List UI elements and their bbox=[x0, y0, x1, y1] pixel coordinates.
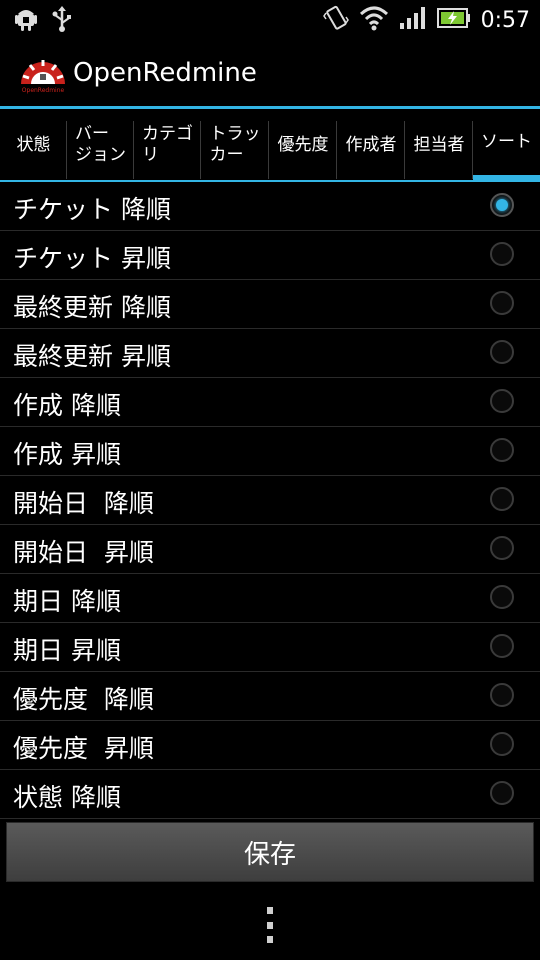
radio-button[interactable] bbox=[490, 487, 514, 511]
sort-option-label: 開始日 昇順 bbox=[13, 538, 154, 567]
usb-icon bbox=[52, 6, 72, 36]
sort-options-list: チケット 降順 チケット 昇順 最終更新 降順 最終更新 昇順 作成 降順 作成… bbox=[0, 182, 540, 819]
sort-option-label: チケット 昇順 bbox=[13, 244, 171, 273]
tab-priority[interactable]: 優先度 bbox=[269, 109, 337, 181]
radio-button[interactable] bbox=[490, 389, 514, 413]
sort-option[interactable]: 開始日 降順 bbox=[0, 476, 540, 525]
sort-option[interactable]: 最終更新 昇順 bbox=[0, 329, 540, 378]
tab-author[interactable]: 作成者 bbox=[337, 109, 405, 181]
radio-button[interactable] bbox=[490, 242, 514, 266]
tab-tracker[interactable]: トラッ カー bbox=[201, 109, 269, 181]
sort-option-label: 期日 降順 bbox=[13, 587, 121, 616]
save-button[interactable]: 保存 bbox=[6, 822, 534, 882]
vibrate-icon bbox=[322, 4, 349, 36]
sort-option-label: 優先度 降順 bbox=[13, 685, 154, 714]
tab-label: バー ジョン bbox=[75, 124, 126, 165]
tab-assignee[interactable]: 担当者 bbox=[405, 109, 473, 181]
sort-option[interactable]: 作成 昇順 bbox=[0, 427, 540, 476]
tab-label: トラッ カー bbox=[209, 124, 261, 165]
sort-option[interactable]: 開始日 昇順 bbox=[0, 525, 540, 574]
radio-button[interactable] bbox=[490, 340, 514, 364]
sort-option-label: 期日 昇順 bbox=[13, 636, 121, 665]
clock: 0:57 bbox=[480, 7, 530, 33]
sort-option[interactable]: 状態 降順 bbox=[0, 770, 540, 819]
sort-option-label: 優先度 昇順 bbox=[13, 734, 154, 763]
sort-option-label: 開始日 降順 bbox=[13, 489, 154, 518]
radio-button[interactable] bbox=[490, 732, 514, 756]
logo-text: OpenRedmine bbox=[22, 87, 65, 94]
tab-label: 担当者 bbox=[413, 134, 465, 155]
radio-button[interactable] bbox=[490, 781, 514, 805]
radio-button[interactable] bbox=[490, 438, 514, 462]
status-bar: 0:57 bbox=[0, 0, 540, 38]
sort-option-label: チケット 降順 bbox=[13, 195, 171, 224]
tab-label: 優先度 bbox=[277, 134, 329, 155]
tab-strip: 状態 バー ジョン カテゴ リ トラッ カー 優先度 作成者 担当者 ソート bbox=[0, 109, 540, 181]
sort-option[interactable]: 優先度 降順 bbox=[0, 672, 540, 721]
tab-category[interactable]: カテゴ リ bbox=[134, 109, 201, 181]
sort-option[interactable]: 最終更新 降順 bbox=[0, 280, 540, 329]
overflow-menu-icon[interactable] bbox=[265, 907, 275, 943]
radio-button-selected[interactable] bbox=[490, 193, 514, 217]
action-bar: OpenRedmine OpenRedmine bbox=[0, 38, 540, 106]
sort-option[interactable]: 期日 降順 bbox=[0, 574, 540, 623]
radio-button[interactable] bbox=[490, 291, 514, 315]
app-logo: OpenRedmine bbox=[18, 52, 68, 94]
sort-option[interactable]: 優先度 昇順 bbox=[0, 721, 540, 770]
tab-label: カテゴ リ bbox=[142, 124, 193, 165]
sort-option-label: 状態 降順 bbox=[13, 783, 121, 812]
tab-version[interactable]: バー ジョン bbox=[67, 109, 134, 181]
sort-option-label: 作成 降順 bbox=[13, 391, 121, 420]
sort-option-label: 作成 昇順 bbox=[13, 440, 121, 469]
tab-sort[interactable]: ソート bbox=[473, 109, 540, 181]
signal-icon bbox=[399, 6, 427, 34]
tab-label: ソート bbox=[481, 131, 532, 152]
battery-charging-icon bbox=[436, 7, 471, 33]
sort-option[interactable]: チケット 昇順 bbox=[0, 231, 540, 280]
radio-button[interactable] bbox=[490, 536, 514, 560]
radio-button[interactable] bbox=[490, 634, 514, 658]
app-title: OpenRedmine bbox=[73, 58, 257, 88]
sort-option[interactable]: 期日 昇順 bbox=[0, 623, 540, 672]
sort-option-label: 最終更新 降順 bbox=[13, 293, 171, 322]
sort-option[interactable]: チケット 降順 bbox=[0, 182, 540, 231]
tab-label: 状態 bbox=[16, 134, 51, 155]
android-debug-icon bbox=[14, 6, 38, 36]
tab-status[interactable]: 状態 bbox=[0, 109, 67, 181]
radio-button[interactable] bbox=[490, 683, 514, 707]
tab-label: 作成者 bbox=[345, 134, 397, 155]
radio-button[interactable] bbox=[490, 585, 514, 609]
sort-option-label: 最終更新 昇順 bbox=[13, 342, 171, 371]
wifi-icon bbox=[359, 5, 389, 35]
sort-option[interactable]: 作成 降順 bbox=[0, 378, 540, 427]
